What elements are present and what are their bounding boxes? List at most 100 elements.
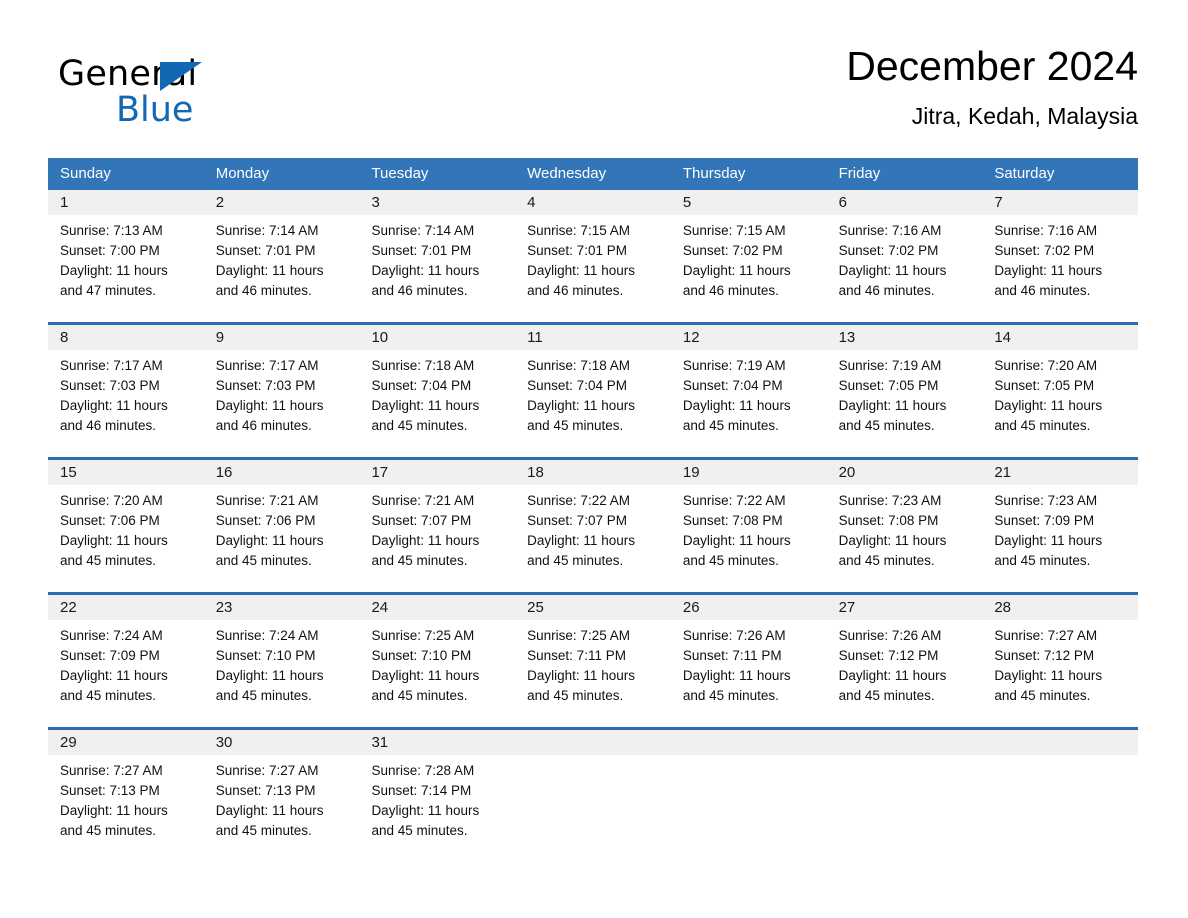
daylight-text-line2: and 45 minutes. — [994, 688, 1091, 703]
day-number: 20 — [826, 460, 983, 485]
daylight-text-line1: Daylight: 11 hours — [682, 668, 791, 683]
sunset-text: Sunset: 7:12 PM — [838, 648, 939, 663]
daylight-text-line2: and 46 minutes. — [994, 283, 1091, 298]
day-cell[interactable]: 15 Sunrise: 7:20 AM Sunset: 7:06 PM Dayl… — [48, 460, 204, 585]
day-cell[interactable]: 31 Sunrise: 7:28 AM Sunset: 7:14 PM Dayl… — [359, 730, 516, 855]
day-cell[interactable]: 5 Sunrise: 7:15 AM Sunset: 7:02 PM Dayli… — [670, 190, 827, 315]
daylight-text-line1: Daylight: 11 hours — [371, 398, 480, 413]
daylight-text-line2: and 46 minutes. — [215, 418, 312, 433]
day-cell-empty — [670, 730, 827, 855]
daylight-text-line2: and 45 minutes. — [838, 553, 935, 568]
day-cell[interactable]: 21 Sunrise: 7:23 AM Sunset: 7:09 PM Dayl… — [982, 460, 1139, 585]
day-details: Sunrise: 7:23 AM Sunset: 7:08 PM Dayligh… — [827, 485, 983, 571]
day-cell[interactable]: 17 Sunrise: 7:21 AM Sunset: 7:07 PM Dayl… — [359, 460, 516, 585]
day-number — [826, 730, 983, 755]
day-cell[interactable]: 27 Sunrise: 7:26 AM Sunset: 7:12 PM Dayl… — [826, 595, 983, 720]
daylight-text-line1: Daylight: 11 hours — [838, 668, 947, 683]
day-number: 16 — [203, 460, 360, 485]
sunrise-text: Sunrise: 7:22 AM — [527, 493, 630, 508]
day-cell[interactable]: 16 Sunrise: 7:21 AM Sunset: 7:06 PM Dayl… — [203, 460, 360, 585]
daylight-text-line1: Daylight: 11 hours — [527, 668, 635, 683]
day-number — [515, 730, 671, 755]
day-cell[interactable]: 4 Sunrise: 7:15 AM Sunset: 7:01 PM Dayli… — [515, 190, 671, 315]
daylight-text-line1: Daylight: 11 hours — [371, 533, 480, 548]
sunset-text: Sunset: 7:11 PM — [527, 648, 626, 663]
sunset-text: Sunset: 7:12 PM — [994, 648, 1095, 663]
daylight-text-line2: and 45 minutes. — [838, 688, 935, 703]
day-cell[interactable]: 3 Sunrise: 7:14 AM Sunset: 7:01 PM Dayli… — [359, 190, 516, 315]
day-cell[interactable]: 29 Sunrise: 7:27 AM Sunset: 7:13 PM Dayl… — [48, 730, 204, 855]
day-number: 27 — [826, 595, 983, 620]
day-cell[interactable]: 10 Sunrise: 7:18 AM Sunset: 7:04 PM Dayl… — [359, 325, 516, 450]
daylight-text-line2: and 46 minutes. — [838, 283, 935, 298]
sunrise-text: Sunrise: 7:26 AM — [682, 628, 786, 643]
logo-text-blue: Blue — [116, 90, 194, 130]
weekday-header-wednesday: Wednesday — [527, 165, 607, 182]
day-cell[interactable]: 9 Sunrise: 7:17 AM Sunset: 7:03 PM Dayli… — [203, 325, 360, 450]
general-blue-logo: General Blue — [58, 54, 278, 134]
weekday-header-sunday: Sunday — [60, 165, 111, 182]
day-number: 1 — [48, 190, 204, 215]
day-details: Sunrise: 7:15 AM Sunset: 7:01 PM Dayligh… — [515, 215, 671, 301]
daylight-text-line1: Daylight: 11 hours — [60, 668, 168, 683]
day-cell[interactable]: 6 Sunrise: 7:16 AM Sunset: 7:02 PM Dayli… — [826, 190, 983, 315]
sunset-text: Sunset: 7:02 PM — [682, 243, 783, 258]
day-cell-empty — [515, 730, 671, 855]
daylight-text-line2: and 45 minutes. — [60, 823, 157, 838]
daylight-text-line2: and 46 minutes. — [682, 283, 779, 298]
day-details: Sunrise: 7:21 AM Sunset: 7:07 PM Dayligh… — [359, 485, 515, 571]
sunset-text: Sunset: 7:00 PM — [60, 243, 160, 258]
day-details: Sunrise: 7:23 AM Sunset: 7:09 PM Dayligh… — [982, 485, 1138, 571]
day-cell[interactable]: 19 Sunrise: 7:22 AM Sunset: 7:08 PM Dayl… — [670, 460, 827, 585]
day-cell[interactable]: 18 Sunrise: 7:22 AM Sunset: 7:07 PM Dayl… — [515, 460, 671, 585]
sunrise-text: Sunrise: 7:20 AM — [994, 358, 1098, 373]
day-details: Sunrise: 7:21 AM Sunset: 7:06 PM Dayligh… — [204, 485, 360, 571]
weekday-header-row: Sunday Monday Tuesday Wednesday Thursday… — [48, 158, 1138, 190]
day-cell[interactable]: 11 Sunrise: 7:18 AM Sunset: 7:04 PM Dayl… — [515, 325, 671, 450]
daylight-text-line2: and 45 minutes. — [527, 688, 624, 703]
day-cell[interactable]: 1 Sunrise: 7:13 AM Sunset: 7:00 PM Dayli… — [48, 190, 204, 315]
day-cell[interactable]: 22 Sunrise: 7:24 AM Sunset: 7:09 PM Dayl… — [48, 595, 204, 720]
sunrise-text: Sunrise: 7:24 AM — [215, 628, 319, 643]
day-cell[interactable]: 23 Sunrise: 7:24 AM Sunset: 7:10 PM Dayl… — [203, 595, 360, 720]
daylight-text-line2: and 45 minutes. — [215, 688, 312, 703]
sunrise-text: Sunrise: 7:16 AM — [838, 223, 942, 238]
day-cell[interactable]: 24 Sunrise: 7:25 AM Sunset: 7:10 PM Dayl… — [359, 595, 516, 720]
daylight-text-line1: Daylight: 11 hours — [371, 803, 480, 818]
day-number: 18 — [515, 460, 671, 485]
day-number: 19 — [670, 460, 827, 485]
daylight-text-line2: and 45 minutes. — [527, 553, 624, 568]
day-cell[interactable]: 20 Sunrise: 7:23 AM Sunset: 7:08 PM Dayl… — [826, 460, 983, 585]
day-number: 30 — [203, 730, 360, 755]
day-number: 2 — [203, 190, 360, 215]
day-number: 28 — [982, 595, 1139, 620]
day-cell[interactable]: 12 Sunrise: 7:19 AM Sunset: 7:04 PM Dayl… — [670, 325, 827, 450]
sunset-text: Sunset: 7:06 PM — [60, 513, 160, 528]
day-cell[interactable]: 28 Sunrise: 7:27 AM Sunset: 7:12 PM Dayl… — [982, 595, 1139, 720]
day-cell[interactable]: 25 Sunrise: 7:25 AM Sunset: 7:11 PM Dayl… — [515, 595, 671, 720]
sunrise-text: Sunrise: 7:27 AM — [60, 763, 163, 778]
weekday-header-thursday: Thursday — [682, 165, 746, 182]
day-number: 31 — [359, 730, 516, 755]
day-cell[interactable]: 13 Sunrise: 7:19 AM Sunset: 7:05 PM Dayl… — [826, 325, 983, 450]
sunrise-text: Sunrise: 7:16 AM — [994, 223, 1098, 238]
day-cell[interactable]: 7 Sunrise: 7:16 AM Sunset: 7:02 PM Dayli… — [982, 190, 1139, 315]
sunset-text: Sunset: 7:03 PM — [215, 378, 316, 393]
day-cell[interactable]: 14 Sunrise: 7:20 AM Sunset: 7:05 PM Dayl… — [982, 325, 1139, 450]
daylight-text-line1: Daylight: 11 hours — [994, 398, 1103, 413]
sunrise-text: Sunrise: 7:21 AM — [371, 493, 475, 508]
day-number: 6 — [826, 190, 983, 215]
sunset-text: Sunset: 7:06 PM — [215, 513, 316, 528]
day-cell[interactable]: 2 Sunrise: 7:14 AM Sunset: 7:01 PM Dayli… — [203, 190, 360, 315]
day-details: Sunrise: 7:18 AM Sunset: 7:04 PM Dayligh… — [515, 350, 671, 436]
sunrise-text: Sunrise: 7:17 AM — [60, 358, 163, 373]
sunrise-text: Sunrise: 7:23 AM — [994, 493, 1098, 508]
week-row: 8 Sunrise: 7:17 AM Sunset: 7:03 PM Dayli… — [48, 322, 1139, 450]
day-details: Sunrise: 7:17 AM Sunset: 7:03 PM Dayligh… — [204, 350, 360, 436]
day-cell[interactable]: 30 Sunrise: 7:27 AM Sunset: 7:13 PM Dayl… — [203, 730, 360, 855]
weekday-header-monday: Monday — [215, 165, 270, 182]
day-cell[interactable]: 8 Sunrise: 7:17 AM Sunset: 7:03 PM Dayli… — [48, 325, 204, 450]
sunrise-text: Sunrise: 7:18 AM — [527, 358, 630, 373]
daylight-text-line2: and 45 minutes. — [371, 418, 468, 433]
day-cell[interactable]: 26 Sunrise: 7:26 AM Sunset: 7:11 PM Dayl… — [670, 595, 827, 720]
